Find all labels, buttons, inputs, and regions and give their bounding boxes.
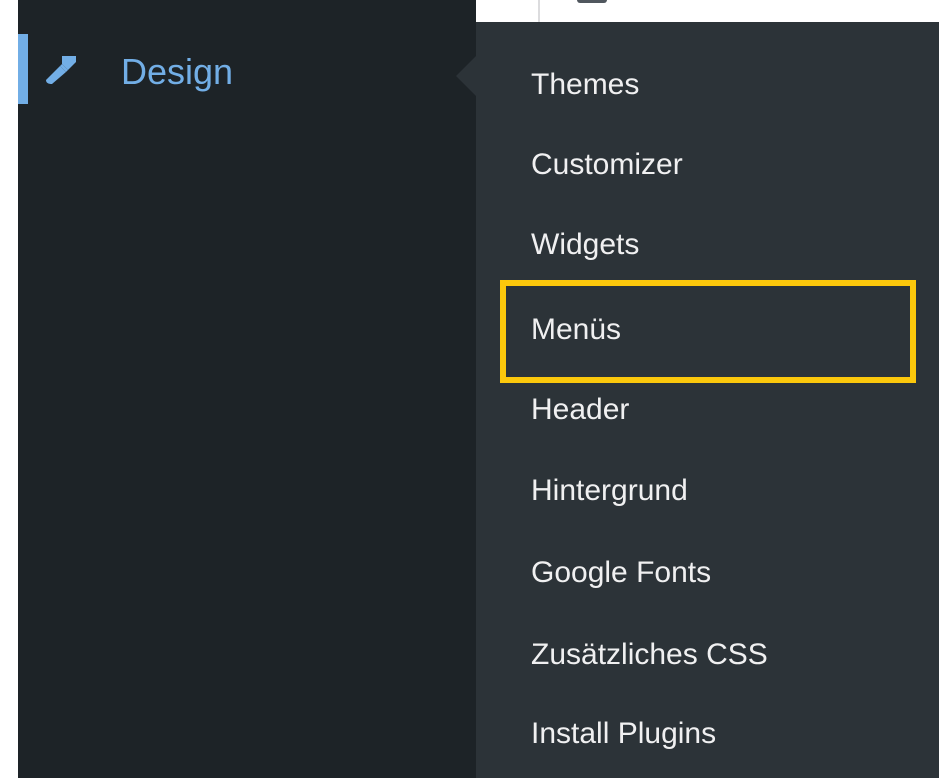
- submenu-pointer: [456, 56, 476, 96]
- submenu-item-additional-css[interactable]: Zusätzliches CSS: [531, 630, 931, 680]
- submenu-item-menus[interactable]: Menüs: [531, 305, 931, 355]
- content-element-edge: [577, 0, 607, 3]
- window-edge: [0, 0, 18, 778]
- submenu-item-customizer[interactable]: Customizer: [531, 140, 931, 190]
- active-indicator: [18, 34, 28, 104]
- submenu-item-background[interactable]: Hintergrund: [531, 466, 931, 516]
- screen: Design Themes Customizer Widgets Menüs H…: [0, 0, 939, 778]
- submenu-item-header[interactable]: Header: [531, 385, 931, 435]
- submenu-item-google-fonts[interactable]: Google Fonts: [531, 548, 931, 598]
- sidebar-item-label: Design: [121, 51, 234, 92]
- content-divider: [538, 0, 540, 22]
- paintbrush-icon: [46, 56, 76, 84]
- design-submenu: Themes Customizer Widgets Menüs Header H…: [476, 22, 939, 778]
- submenu-item-install-plugins[interactable]: Install Plugins: [531, 709, 931, 759]
- submenu-item-widgets[interactable]: Widgets: [531, 220, 931, 270]
- submenu-item-themes[interactable]: Themes: [531, 60, 931, 110]
- sidebar-item-design[interactable]: Design: [18, 34, 476, 120]
